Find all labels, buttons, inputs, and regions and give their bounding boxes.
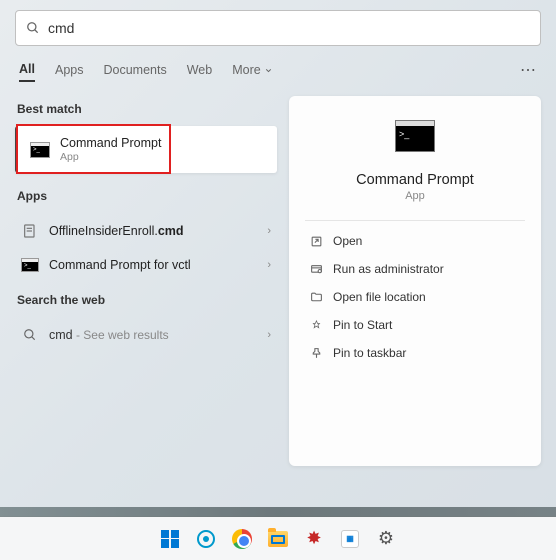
chevron-right-icon: › xyxy=(267,329,271,341)
web-result[interactable]: cmd - See web results › xyxy=(15,317,277,353)
action-label: Pin to Start xyxy=(333,318,392,332)
section-best-match: Best match xyxy=(15,96,277,126)
action-pin-taskbar[interactable]: Pin to taskbar xyxy=(305,339,525,367)
action-label: Open xyxy=(333,234,362,248)
action-file-location[interactable]: Open file location xyxy=(305,283,525,311)
web-result-label: cmd - See web results xyxy=(49,328,169,342)
detail-subtitle: App xyxy=(405,190,425,202)
open-icon xyxy=(309,234,323,248)
command-prompt-icon-large xyxy=(395,120,435,152)
app-result-2-label: Command Prompt for vctl xyxy=(49,258,191,272)
tab-documents[interactable]: Documents xyxy=(103,63,166,77)
gear-icon: ⚙ xyxy=(378,528,394,549)
taskbar-chrome[interactable] xyxy=(228,525,256,553)
best-match-subtitle: App xyxy=(60,151,161,163)
file-explorer-icon xyxy=(268,531,288,547)
taskbar-explorer[interactable] xyxy=(264,525,292,553)
command-prompt-icon xyxy=(30,142,50,158)
taskbar-settings[interactable]: ⚙ xyxy=(372,525,400,553)
action-open[interactable]: Open xyxy=(305,227,525,255)
app-result-1[interactable]: OfflineInsiderEnroll.cmd › xyxy=(15,213,277,249)
divider xyxy=(305,220,525,221)
action-label: Open file location xyxy=(333,290,426,304)
search-box[interactable] xyxy=(15,10,541,46)
section-search-web: Search the web xyxy=(15,281,277,317)
windows-icon xyxy=(161,530,179,548)
taskbar: ✸ ▦ ⚙ xyxy=(0,516,556,560)
action-run-admin[interactable]: Run as administrator xyxy=(305,255,525,283)
tab-apps[interactable]: Apps xyxy=(55,63,84,77)
taskbar-office[interactable]: ▦ xyxy=(336,525,364,553)
admin-icon xyxy=(309,262,323,276)
file-icon xyxy=(21,222,39,240)
pin-icon xyxy=(309,346,323,360)
action-label: Run as administrator xyxy=(333,262,444,276)
chevron-down-icon xyxy=(264,66,273,75)
start-button[interactable] xyxy=(156,525,184,553)
pin-icon xyxy=(309,318,323,332)
tab-more-label: More xyxy=(232,63,260,77)
search-input[interactable] xyxy=(48,20,530,36)
bug-icon: ✸ xyxy=(306,528,321,549)
best-match-result[interactable]: Command Prompt App xyxy=(15,126,277,173)
tab-more[interactable]: More xyxy=(232,63,272,77)
tab-web[interactable]: Web xyxy=(187,63,212,77)
folder-icon xyxy=(309,290,323,304)
taskbar-app-bug[interactable]: ✸ xyxy=(300,525,328,553)
taskbar-broadcast[interactable] xyxy=(192,525,220,553)
office-icon: ▦ xyxy=(341,530,359,548)
detail-panel: Command Prompt App Open Run as administr… xyxy=(289,96,541,466)
search-icon xyxy=(21,326,39,344)
chrome-icon xyxy=(232,529,252,549)
best-match-title: Command Prompt xyxy=(60,136,161,150)
detail-title: Command Prompt xyxy=(356,172,474,188)
app-result-2[interactable]: Command Prompt for vctl › xyxy=(15,249,277,281)
action-pin-start[interactable]: Pin to Start xyxy=(305,311,525,339)
search-tabs: All Apps Documents Web More ⋯ xyxy=(15,46,541,90)
chevron-right-icon: › xyxy=(267,259,271,271)
section-apps: Apps xyxy=(15,173,277,213)
broadcast-icon xyxy=(197,530,215,548)
command-prompt-icon xyxy=(21,258,39,272)
more-options-icon[interactable]: ⋯ xyxy=(520,60,537,80)
action-label: Pin to taskbar xyxy=(333,346,406,360)
app-result-1-label: OfflineInsiderEnroll.cmd xyxy=(49,224,184,238)
chevron-right-icon: › xyxy=(267,225,271,237)
search-icon xyxy=(26,21,40,35)
tab-all[interactable]: All xyxy=(19,62,35,82)
